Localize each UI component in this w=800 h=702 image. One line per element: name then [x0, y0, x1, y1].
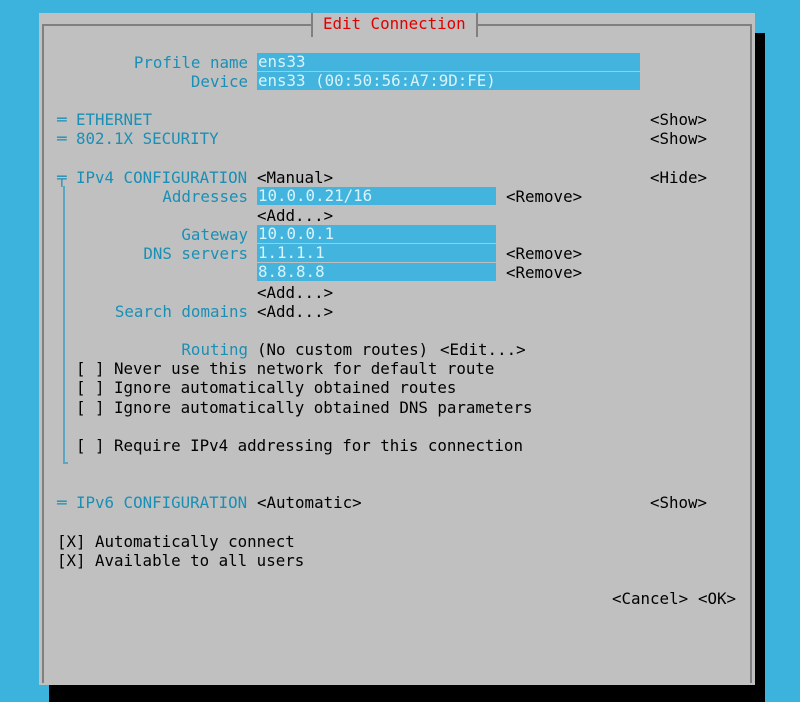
- gateway-label: Gateway: [181, 225, 248, 244]
- ipv6-show-button[interactable]: <Show>: [650, 493, 707, 512]
- device-input[interactable]: ens33 (00:50:56:A7:9D:FE): [257, 72, 640, 90]
- auto-connect-label: Automatically connect: [95, 532, 295, 551]
- ipv4-toggle-icon: ╤: [57, 168, 67, 187]
- ignore-routes-checkbox[interactable]: [ ]: [76, 378, 105, 397]
- security-show-button[interactable]: <Show>: [650, 129, 707, 148]
- never-default-route-checkbox[interactable]: [ ]: [76, 359, 105, 378]
- ok-button[interactable]: <OK>: [698, 589, 736, 608]
- all-users-checkbox[interactable]: [X]: [57, 551, 86, 570]
- ignore-dns-label: Ignore automatically obtained DNS parame…: [114, 398, 533, 417]
- ipv4-section-bracket-end: [63, 462, 68, 464]
- address-remove-button[interactable]: <Remove>: [506, 187, 582, 206]
- profile-name-input[interactable]: ens33: [257, 53, 640, 71]
- security-toggle-icon: ═: [57, 129, 67, 148]
- routing-edit-button[interactable]: <Edit...>: [440, 340, 526, 359]
- never-default-route-label: Never use this network for default route: [114, 359, 495, 378]
- security-section-label: 802.1X SECURITY: [76, 129, 219, 148]
- dialog-title: Edit Connection: [323, 14, 466, 33]
- ignore-routes-label: Ignore automatically obtained routes: [114, 378, 457, 397]
- dns-remove-button-2[interactable]: <Remove>: [506, 263, 582, 282]
- ignore-dns-checkbox[interactable]: [ ]: [76, 398, 105, 417]
- routing-value: (No custom routes): [257, 340, 429, 359]
- all-users-label: Available to all users: [95, 551, 305, 570]
- ipv6-toggle-icon: ═: [57, 493, 67, 512]
- profile-name-label: Profile name: [133, 53, 248, 72]
- dns-remove-button-1[interactable]: <Remove>: [506, 244, 582, 263]
- search-domains-add-button[interactable]: <Add...>: [257, 302, 333, 321]
- ipv4-section-bracket: [63, 186, 65, 462]
- ipv6-section-label: IPv6 CONFIGURATION: [76, 493, 248, 512]
- dns-servers-label: DNS servers: [143, 244, 248, 263]
- address-input-1[interactable]: 10.0.0.21/16: [257, 187, 496, 205]
- dns-input-2[interactable]: 8.8.8.8: [257, 263, 496, 281]
- ethernet-toggle-icon: ═: [57, 110, 67, 129]
- require-ipv4-label: Require IPv4 addressing for this connect…: [114, 436, 523, 455]
- ipv4-hide-button[interactable]: <Hide>: [650, 168, 707, 187]
- ipv4-mode-dropdown[interactable]: <Manual>: [257, 168, 333, 187]
- search-domains-label: Search domains: [114, 302, 248, 321]
- ipv6-mode-dropdown[interactable]: <Automatic>: [257, 493, 362, 512]
- ethernet-show-button[interactable]: <Show>: [650, 110, 707, 129]
- auto-connect-checkbox[interactable]: [X]: [57, 532, 86, 551]
- gateway-input[interactable]: 10.0.0.1: [257, 225, 496, 243]
- addresses-label: Addresses: [162, 187, 248, 206]
- ipv4-section-label: IPv4 CONFIGURATION: [76, 168, 248, 187]
- dialog-title-box: Edit Connection: [311, 13, 478, 37]
- require-ipv4-checkbox[interactable]: [ ]: [76, 436, 105, 455]
- device-label: Device: [190, 72, 248, 91]
- cancel-button[interactable]: <Cancel>: [612, 589, 688, 608]
- ethernet-section-label: ETHERNET: [76, 110, 153, 129]
- address-add-button[interactable]: <Add...>: [257, 206, 333, 225]
- routing-label: Routing: [181, 340, 248, 359]
- dns-add-button[interactable]: <Add...>: [257, 283, 333, 302]
- dns-input-1[interactable]: 1.1.1.1: [257, 244, 496, 262]
